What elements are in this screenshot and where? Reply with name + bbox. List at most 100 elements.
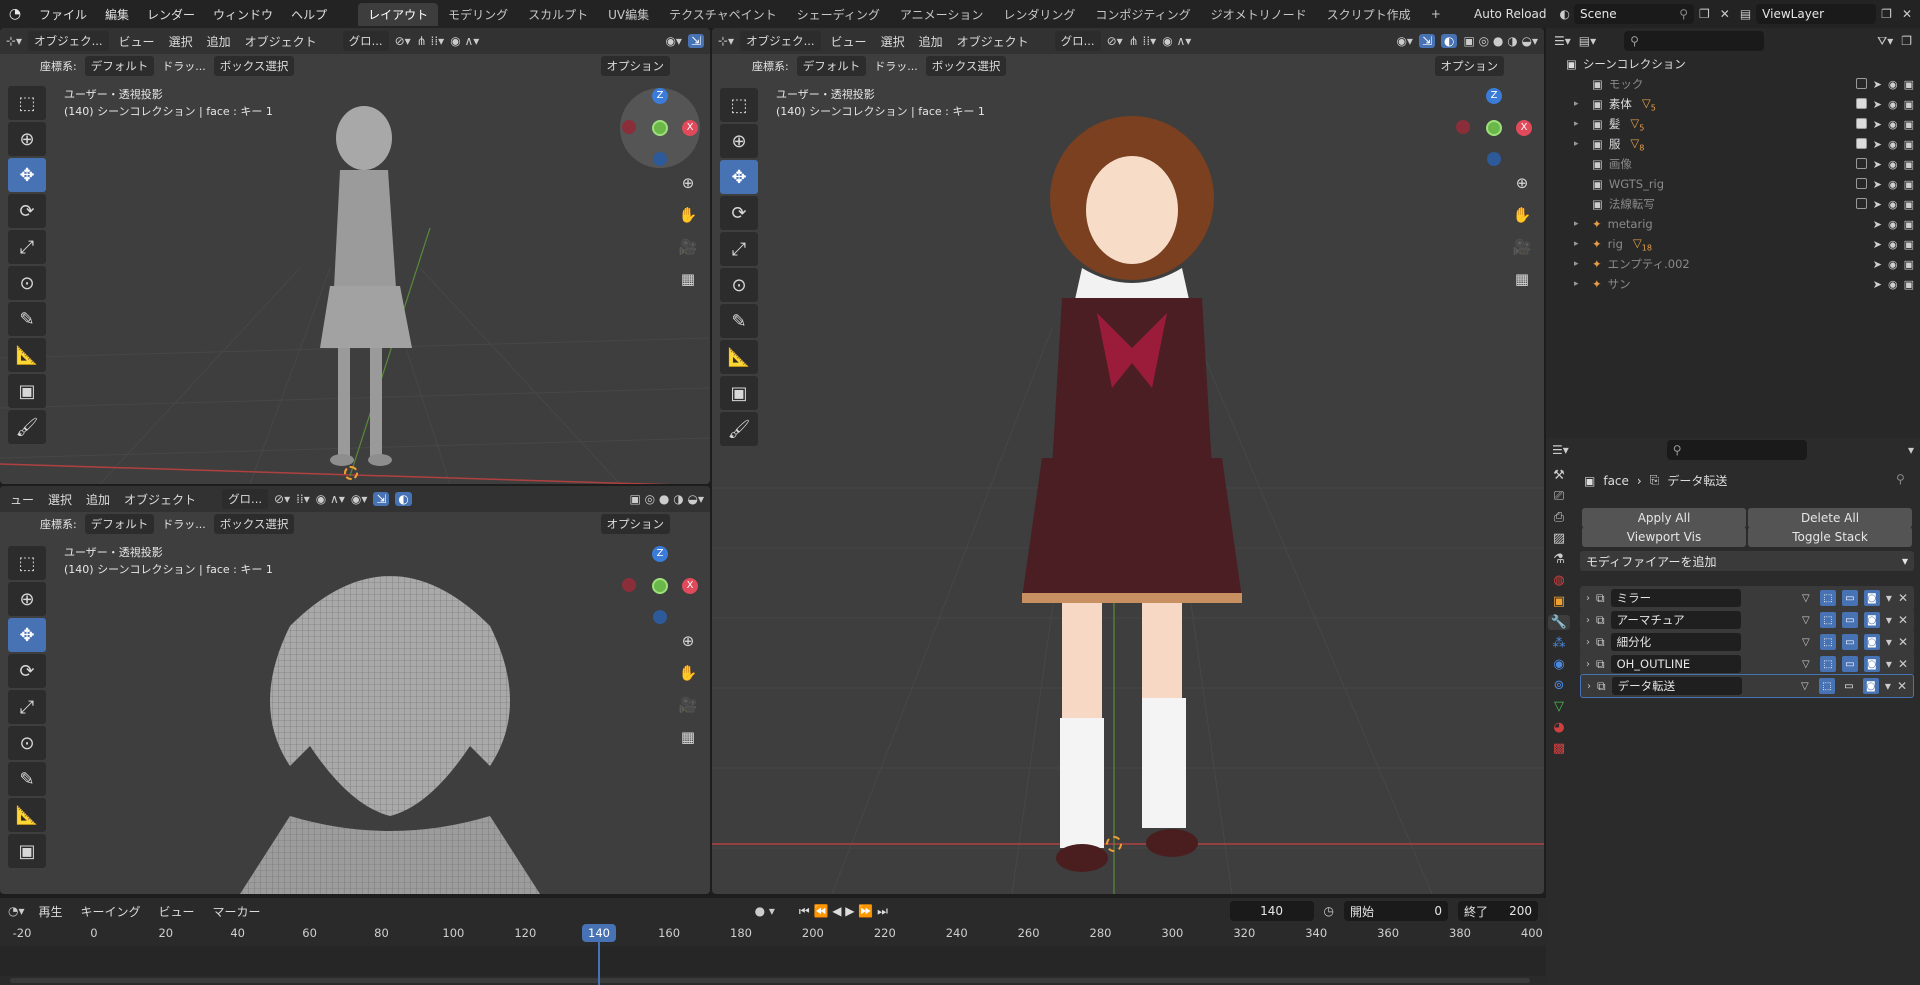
select-arrow-icon[interactable]: ➤ [1873,138,1882,151]
menu-add[interactable]: 追加 [915,33,947,50]
edit-mode-icon[interactable]: ▽ [1798,612,1814,628]
coord-dropdown[interactable]: デフォルト [796,56,867,76]
world-tab-icon[interactable]: ◍ [1553,573,1564,588]
editor-type-icon[interactable]: ⊹▾ [718,34,734,48]
remove-view-layer-icon[interactable]: ✕ [1897,7,1920,21]
eye-icon[interactable]: ◉ [1888,238,1898,251]
render-icon[interactable]: ◙ [1863,656,1880,672]
nav-gizmo[interactable]: Z X [1454,88,1534,168]
add-cube-icon[interactable]: ▣ [8,834,46,868]
rotate-icon[interactable]: ⟳ [8,654,46,688]
render-icon[interactable]: ◙ [1863,590,1880,606]
outliner-search-input[interactable]: ⚲ [1624,31,1765,51]
on-cage-icon[interactable]: ⬚ [1818,678,1835,694]
expand-arrow-icon[interactable]: ▸ [1574,259,1586,269]
origin-marker[interactable] [344,466,358,480]
origin-marker[interactable] [1106,836,1122,852]
outliner-row[interactable]: ▸ ✦ rig ▽18 ➤ ◉ ▣ [1546,234,1920,254]
outliner-row[interactable]: ▸ ✦ metarig ➤ ◉ ▣ [1546,214,1920,234]
menu-add[interactable]: 追加 [203,33,235,50]
data-tab-icon[interactable]: ▽ [1554,699,1564,714]
viewport-vis-button[interactable]: Viewport Vis [1582,527,1746,547]
modifier-row[interactable]: › ⧉ データ転送 ▽ ⬚ ▭ ◙ ▾ ✕ [1580,674,1914,698]
axis-y-icon[interactable] [652,120,668,136]
add-cube-icon[interactable]: ▣ [8,374,46,408]
transform-icon[interactable]: ⊙ [720,268,758,302]
axis-z-icon[interactable]: Z [1486,88,1502,104]
modifier-name[interactable]: データ転送 [1611,677,1742,695]
scene-tab-icon[interactable]: ⚗ [1553,552,1565,567]
camera-render-icon[interactable]: ▣ [1904,118,1914,131]
exclude-checkbox[interactable] [1855,177,1867,189]
chevron-down-icon[interactable]: ▾ [1885,679,1891,693]
pan-hand-icon[interactable]: ✋ [674,660,702,686]
pivot-icon[interactable]: ⊘▾ [395,34,411,48]
camera-render-icon[interactable]: ▣ [1904,78,1914,91]
modifier-name[interactable]: アーマチュア [1610,611,1741,629]
expand-arrow-icon[interactable]: ▸ [1574,139,1586,149]
tool-tab-icon[interactable]: ⚒ [1553,468,1565,483]
exclude-checkbox[interactable] [1855,137,1867,149]
ortho-grid-icon[interactable]: ▦ [674,266,702,292]
axis-z-icon[interactable]: Z [652,546,668,562]
tab-sculpt[interactable]: スカルプト [518,3,598,26]
timeline-track[interactable] [0,946,1546,976]
edit-mode-icon[interactable]: ▽ [1798,590,1814,606]
pin-icon[interactable]: ⚲ [1679,7,1688,21]
transform-icon[interactable]: ⊙ [8,726,46,760]
texture-tab-icon[interactable]: ▩ [1553,741,1565,756]
options-dropdown[interactable]: オプション [600,56,670,76]
props-search-input[interactable]: ⚲ [1666,440,1807,460]
scene-icon[interactable]: ◐ [1556,7,1574,21]
expand-arrow-icon[interactable]: ▸ [1574,279,1586,289]
rotate-icon[interactable]: ⟳ [720,196,758,230]
render-icon[interactable]: ◙ [1863,634,1880,650]
move-icon[interactable]: ✥ [8,158,46,192]
expand-arrow-icon[interactable]: ▸ [1574,239,1586,249]
orientation-dropdown[interactable]: グロ... [222,489,269,509]
add-workspace-icon[interactable]: + [1421,4,1451,24]
camera-render-icon[interactable]: ▣ [1904,178,1914,191]
view-layer-icon[interactable]: ▤ [1735,7,1756,21]
select-arrow-icon[interactable]: ➤ [1873,278,1882,291]
outliner-row[interactable]: ▣ モック ➤ ◉ ▣ [1546,74,1920,94]
visibility-icon[interactable]: ◉▾ [351,492,368,506]
close-icon[interactable]: ✕ [1898,613,1908,627]
particles-tab-icon[interactable]: ⁂ [1553,636,1566,651]
menu-view[interactable]: ビュー [827,33,871,50]
chevron-down-icon[interactable]: ▾ [1908,443,1914,457]
coord-dropdown[interactable]: デフォルト [84,56,155,76]
select-box-icon[interactable]: ⬚ [720,88,758,122]
select-arrow-icon[interactable]: ➤ [1873,198,1882,211]
axis-neg-x-icon[interactable] [622,578,636,592]
proportional-icon[interactable]: ◉ ∧▾ [1162,34,1191,48]
options-dropdown[interactable]: オプション [600,514,670,534]
filter-icon[interactable]: ⛛▾ [1877,34,1893,49]
viewport-main[interactable]: ⊹▾ オブジェク... ビュー 選択 追加 オブジェクト グロ... ⊘▾ ⋔ … [712,28,1544,894]
select-arrow-icon[interactable]: ➤ [1873,118,1882,131]
object-tab-icon[interactable]: ▣ [1553,594,1565,609]
tab-shading[interactable]: シェーディング [787,3,890,26]
realtime-icon[interactable]: ▭ [1841,656,1858,672]
exclude-checkbox[interactable] [1855,157,1867,169]
remove-scene-icon[interactable]: ✕ [1715,7,1735,21]
eye-icon[interactable]: ◉ [1888,158,1898,171]
close-icon[interactable]: ✕ [1898,591,1908,605]
close-icon[interactable]: ✕ [1897,679,1907,693]
outliner-row[interactable]: ▸ ▣ 髪 ▽5 ➤ ◉ ▣ [1546,114,1920,134]
scale-icon[interactable]: ⤢ [8,230,46,264]
expand-arrow-icon[interactable]: › [1587,681,1591,692]
constraints-tab-icon[interactable]: ⊚ [1554,678,1565,693]
expand-arrow-icon[interactable]: ▸ [1574,119,1586,129]
proportional-icon[interactable]: ◉ ∧▾ [450,34,479,48]
orientation-dropdown[interactable]: グロ... [1054,31,1101,51]
eye-icon[interactable]: ◉ [1888,178,1898,191]
menu-select[interactable]: 選択 [165,33,197,50]
menu-render[interactable]: レンダー [138,6,204,23]
box-select-dropdown[interactable]: ボックス選択 [213,56,295,76]
camera-render-icon[interactable]: ▣ [1904,98,1914,111]
tab-compositing[interactable]: コンポジティング [1085,3,1200,26]
coord-dropdown[interactable]: デフォルト [84,514,155,534]
material-tab-icon[interactable]: ◕ [1553,720,1564,735]
snap-icon[interactable]: ⋔ ⁞⁞▾ [417,34,445,48]
